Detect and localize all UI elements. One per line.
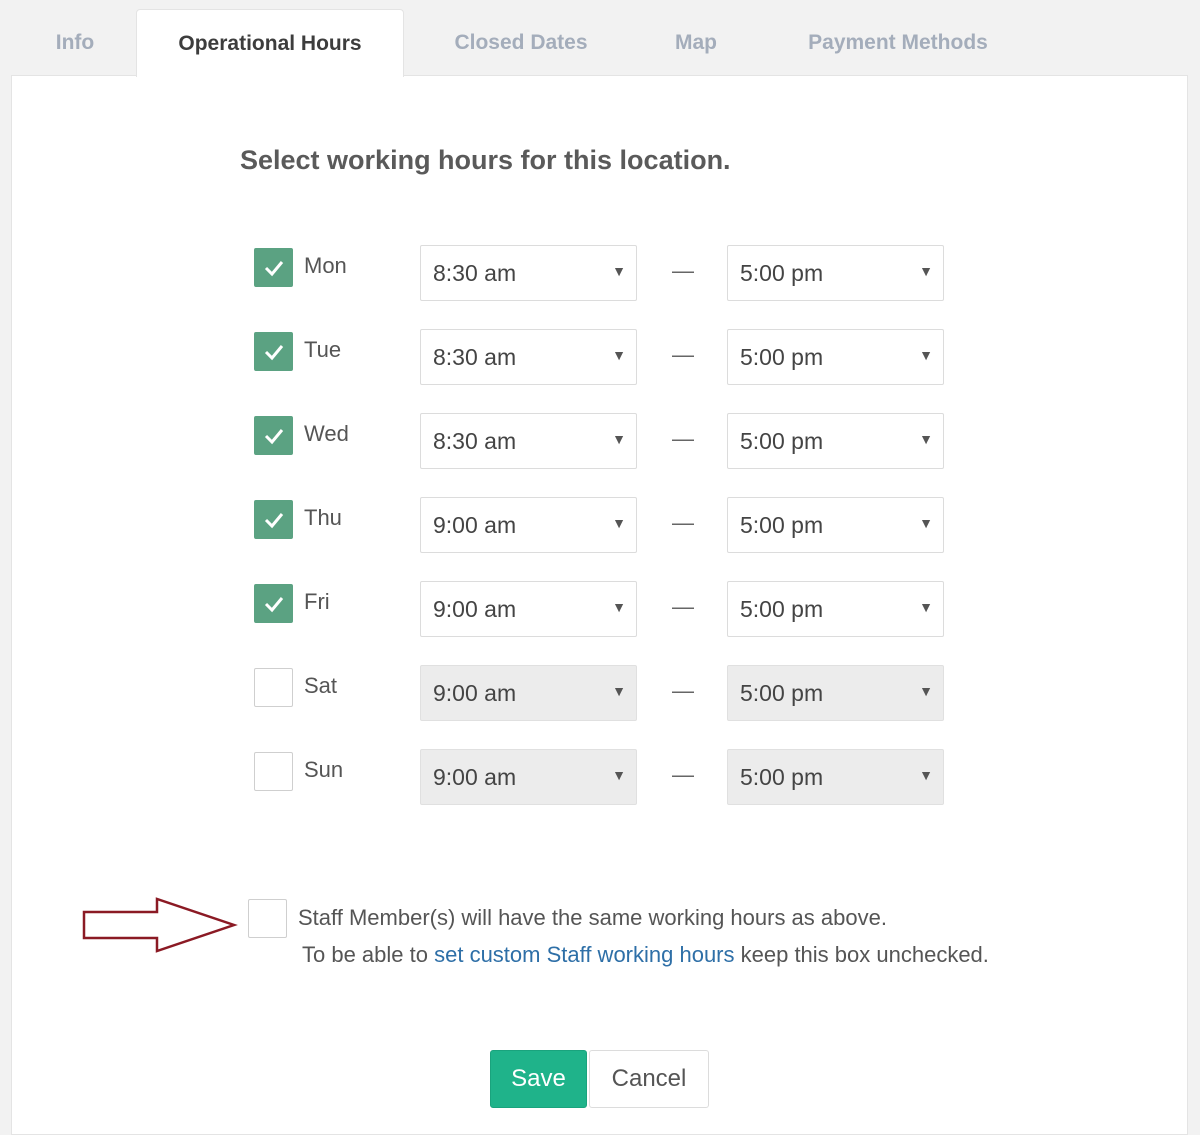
start-time-select[interactable]: 8:30 am ▼ [420,413,637,469]
start-time-select[interactable]: 9:00 am ▼ [420,497,637,553]
check-icon [264,343,284,361]
cancel-button[interactable]: Cancel [589,1050,709,1108]
start-time-select[interactable]: 8:30 am ▼ [420,329,637,385]
day-checkbox-mon[interactable] [254,248,293,287]
tab-operational-hours[interactable]: Operational Hours [136,9,404,77]
caret-down-icon: ▼ [919,263,933,279]
day-checkbox-wed[interactable] [254,416,293,455]
time-separator: — [672,678,694,704]
end-time-value: 5:00 pm [740,764,823,791]
end-time-value: 5:00 pm [740,428,823,455]
end-time-value: 5:00 pm [740,344,823,371]
time-separator: — [672,762,694,788]
check-icon [264,259,284,277]
tab-map[interactable]: Map [640,9,752,76]
start-time-select[interactable]: 9:00 am ▼ [420,665,637,721]
day-checkbox-thu[interactable] [254,500,293,539]
start-time-select[interactable]: 8:30 am ▼ [420,245,637,301]
time-separator: — [672,342,694,368]
day-row-fri: Fri 9:00 am ▼ — 5:00 pm ▼ [254,581,954,637]
custom-staff-hours-link[interactable]: set custom Staff working hours [434,942,734,967]
start-time-value: 8:30 am [433,260,516,287]
caret-down-icon: ▼ [919,683,933,699]
time-separator: — [672,426,694,452]
day-label: Fri [304,589,330,615]
day-row-thu: Thu 9:00 am ▼ — 5:00 pm ▼ [254,497,954,553]
day-row-sun: Sun 9:00 am ▼ — 5:00 pm ▼ [254,749,954,805]
tab-payment-methods[interactable]: Payment Methods [780,9,1016,76]
end-time-value: 5:00 pm [740,680,823,707]
end-time-select[interactable]: 5:00 pm ▼ [727,665,944,721]
end-time-select[interactable]: 5:00 pm ▼ [727,245,944,301]
end-time-select[interactable]: 5:00 pm ▼ [727,749,944,805]
tab-bar: Info Operational Hours Closed Dates Map … [0,0,1200,76]
staff-same-hours-label: Staff Member(s) will have the same worki… [298,905,887,931]
day-label: Wed [304,421,349,447]
caret-down-icon: ▼ [919,347,933,363]
time-separator: — [672,258,694,284]
end-time-select[interactable]: 5:00 pm ▼ [727,413,944,469]
tab-info[interactable]: Info [20,9,130,76]
start-time-select[interactable]: 9:00 am ▼ [420,749,637,805]
start-time-value: 8:30 am [433,428,516,455]
day-label: Thu [304,505,342,531]
page-heading: Select working hours for this location. [240,145,731,176]
day-label: Sat [304,673,337,699]
check-icon [264,427,284,445]
caret-down-icon: ▼ [612,599,626,615]
caret-down-icon: ▼ [612,263,626,279]
start-time-value: 9:00 am [433,596,516,623]
save-button[interactable]: Save [490,1050,587,1108]
caret-down-icon: ▼ [919,431,933,447]
day-row-sat: Sat 9:00 am ▼ — 5:00 pm ▼ [254,665,954,721]
day-checkbox-sat[interactable] [254,668,293,707]
end-time-value: 5:00 pm [740,260,823,287]
start-time-value: 9:00 am [433,512,516,539]
day-row-wed: Wed 8:30 am ▼ — 5:00 pm ▼ [254,413,954,469]
caret-down-icon: ▼ [919,599,933,615]
day-checkbox-fri[interactable] [254,584,293,623]
start-time-value: 9:00 am [433,680,516,707]
end-time-select[interactable]: 5:00 pm ▼ [727,581,944,637]
day-row-mon: Mon 8:30 am ▼ — 5:00 pm ▼ [254,245,954,301]
caret-down-icon: ▼ [612,431,626,447]
caret-down-icon: ▼ [612,683,626,699]
start-time-value: 8:30 am [433,344,516,371]
staff-hint: To be able to set custom Staff working h… [302,942,989,968]
day-checkbox-tue[interactable] [254,332,293,371]
check-icon [264,511,284,529]
start-time-value: 9:00 am [433,764,516,791]
end-time-value: 5:00 pm [740,512,823,539]
time-separator: — [672,510,694,536]
start-time-select[interactable]: 9:00 am ▼ [420,581,637,637]
caret-down-icon: ▼ [919,767,933,783]
caret-down-icon: ▼ [919,515,933,531]
caret-down-icon: ▼ [612,347,626,363]
end-time-select[interactable]: 5:00 pm ▼ [727,329,944,385]
day-row-tue: Tue 8:30 am ▼ — 5:00 pm ▼ [254,329,954,385]
staff-hint-before: To be able to [302,942,434,967]
day-label: Mon [304,253,347,279]
staff-same-hours-checkbox[interactable] [248,899,287,938]
caret-down-icon: ▼ [612,767,626,783]
caret-down-icon: ▼ [612,515,626,531]
day-label: Tue [304,337,341,363]
arrow-right-icon [82,896,238,954]
end-time-select[interactable]: 5:00 pm ▼ [727,497,944,553]
end-time-value: 5:00 pm [740,596,823,623]
check-icon [264,595,284,613]
tab-closed-dates[interactable]: Closed Dates [420,9,622,76]
time-separator: — [672,594,694,620]
day-label: Sun [304,757,343,783]
staff-hint-after: keep this box unchecked. [735,942,989,967]
day-checkbox-sun[interactable] [254,752,293,791]
